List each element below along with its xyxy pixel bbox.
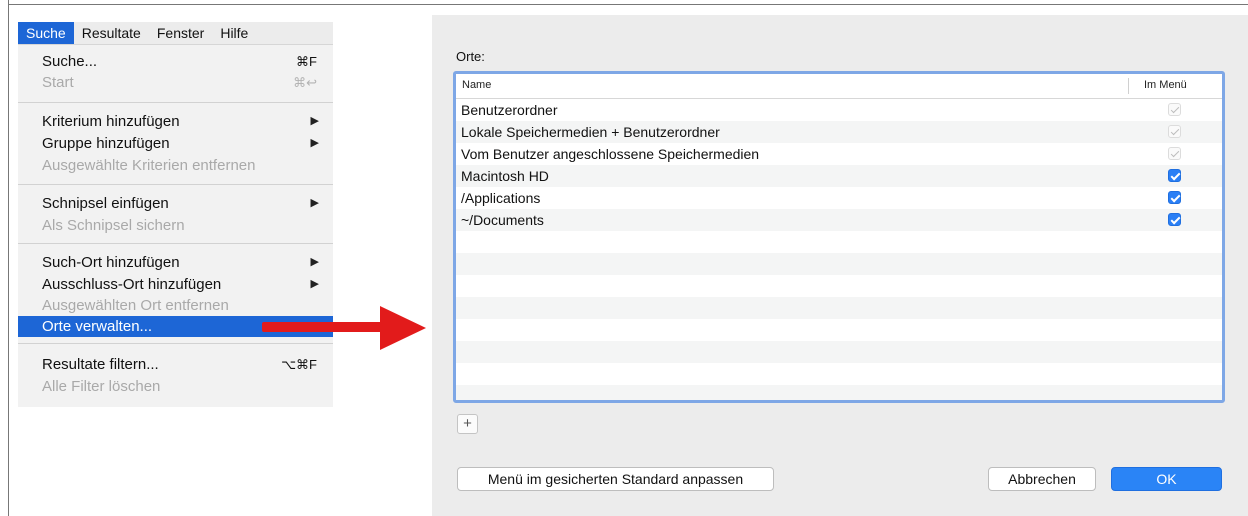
menu-item-label: Such-Ort hinzufügen [42, 254, 180, 271]
column-header-name[interactable]: Name [462, 79, 491, 91]
menu-item-ort-entfernen: Ausgewählten Ort entfernen [18, 295, 333, 316]
menu-item-label: Schnipsel einfügen [42, 195, 169, 212]
location-name: Macintosh HD [461, 168, 549, 184]
menu-hilfe[interactable]: Hilfe [212, 22, 256, 44]
menu-item-label: Als Schnipsel sichern [42, 217, 185, 234]
menu-item-gruppe-hinzufuegen[interactable]: Gruppe hinzufügen ▶ [18, 133, 333, 154]
empty-table-row [456, 275, 1222, 297]
reset-to-default-button[interactable]: Menü im gesicherten Standard anpassen [457, 467, 774, 491]
orte-table[interactable]: Name Im Menü Benutzerordner Lokale Speich… [453, 71, 1225, 403]
table-row[interactable]: ~/Documents [456, 209, 1222, 231]
in-menu-checkbox[interactable] [1168, 147, 1181, 160]
menu-item-kriterien-entfernen: Ausgewählte Kriterien entfernen [18, 155, 333, 176]
menu-item-label: Alle Filter löschen [42, 378, 161, 395]
menu-item-label: Resultate filtern... [42, 356, 159, 373]
menu-item-alle-filter-loeschen: Alle Filter löschen [18, 376, 333, 397]
table-row[interactable]: Lokale Speichermedien + Benutzerordner [456, 121, 1222, 143]
location-name: Vom Benutzer angeschlossene Speichermedi… [461, 146, 760, 162]
menu-item-label: Orte verwalten... [42, 318, 153, 335]
suche-dropdown-menu: Suche... ⌘F Start ⌘↩ Kriterium hinzufüge… [18, 45, 333, 407]
empty-table-row [456, 341, 1222, 363]
submenu-arrow-icon: ▶ [310, 278, 319, 290]
location-name: Lokale Speichermedien + Benutzerordner [461, 124, 720, 140]
menu-bar: Suche Resultate Fenster Hilfe [18, 22, 333, 45]
shortcut-label: ⌥⌘F [281, 357, 317, 372]
menu-item-label: Start [42, 74, 74, 91]
red-arrow-icon [262, 322, 384, 332]
table-row[interactable]: Vom Benutzer angeschlossene Speichermedi… [456, 143, 1222, 165]
in-menu-checkbox[interactable] [1168, 103, 1181, 116]
menu-item-such-ort-hinzufuegen[interactable]: Such-Ort hinzufügen ▶ [18, 252, 333, 273]
menu-item-start: Start ⌘↩ [18, 72, 333, 93]
menu-separator [18, 243, 333, 244]
table-row[interactable]: Macintosh HD [456, 165, 1222, 187]
cancel-button[interactable]: Abbrechen [988, 467, 1096, 491]
frame-border-top [8, 4, 1248, 5]
frame-border-left [8, 0, 9, 516]
menu-item-label: Ausgewählten Ort entfernen [42, 297, 229, 314]
empty-table-row [456, 319, 1222, 341]
location-name: Benutzerordner [461, 102, 558, 118]
menu-item-schnipsel-einfuegen[interactable]: Schnipsel einfügen ▶ [18, 193, 333, 214]
empty-table-row [456, 385, 1222, 400]
add-location-button[interactable]: + [457, 414, 478, 434]
column-divider[interactable] [1128, 78, 1129, 94]
empty-table-row [456, 231, 1222, 253]
red-arrow-head-icon [380, 306, 426, 350]
in-menu-checkbox[interactable] [1168, 125, 1181, 138]
empty-table-row [456, 253, 1222, 275]
location-name: /Applications [461, 190, 541, 206]
menu-item-label: Ausgewählte Kriterien entfernen [42, 157, 256, 174]
shortcut-label: ⌘F [296, 54, 317, 69]
menu-item-als-schnipsel-sichern: Als Schnipsel sichern [18, 215, 333, 236]
orte-label: Orte: [456, 49, 485, 64]
menu-item-label: Suche... [42, 53, 98, 70]
menu-separator [18, 184, 333, 185]
menu-suche[interactable]: Suche [18, 22, 74, 44]
menu-separator [18, 102, 333, 103]
column-header-im-menu[interactable]: Im Menü [1144, 79, 1187, 91]
menu-item-label: Gruppe hinzufügen [42, 135, 170, 152]
menu-resultate[interactable]: Resultate [74, 22, 149, 44]
menu-item-kriterium-hinzufuegen[interactable]: Kriterium hinzufügen ▶ [18, 111, 333, 132]
empty-table-row [456, 363, 1222, 385]
ok-button[interactable]: OK [1111, 467, 1222, 491]
table-body: Benutzerordner Lokale Speichermedien + Be… [456, 99, 1222, 400]
empty-table-row [456, 297, 1222, 319]
in-menu-checkbox[interactable] [1168, 191, 1181, 204]
submenu-arrow-icon: ▶ [310, 137, 319, 149]
in-menu-checkbox[interactable] [1168, 169, 1181, 182]
submenu-arrow-icon: ▶ [310, 115, 319, 127]
menu-separator [18, 343, 333, 344]
table-row[interactable]: /Applications [456, 187, 1222, 209]
menu-fenster[interactable]: Fenster [149, 22, 212, 44]
in-menu-checkbox[interactable] [1168, 213, 1181, 226]
table-row[interactable]: Benutzerordner [456, 99, 1222, 121]
menu-item-ausschluss-ort-hinzufuegen[interactable]: Ausschluss-Ort hinzufügen ▶ [18, 274, 333, 295]
shortcut-label: ⌘↩ [293, 75, 317, 90]
menu-item-suche[interactable]: Suche... ⌘F [18, 51, 333, 72]
menu-item-label: Kriterium hinzufügen [42, 113, 180, 130]
submenu-arrow-icon: ▶ [310, 256, 319, 268]
submenu-arrow-icon: ▶ [310, 197, 319, 209]
table-header: Name Im Menü [456, 74, 1222, 99]
menu-item-label: Ausschluss-Ort hinzufügen [42, 276, 222, 293]
menu-item-resultate-filtern[interactable]: Resultate filtern... ⌥⌘F [18, 354, 333, 375]
location-name: ~/Documents [461, 212, 544, 228]
